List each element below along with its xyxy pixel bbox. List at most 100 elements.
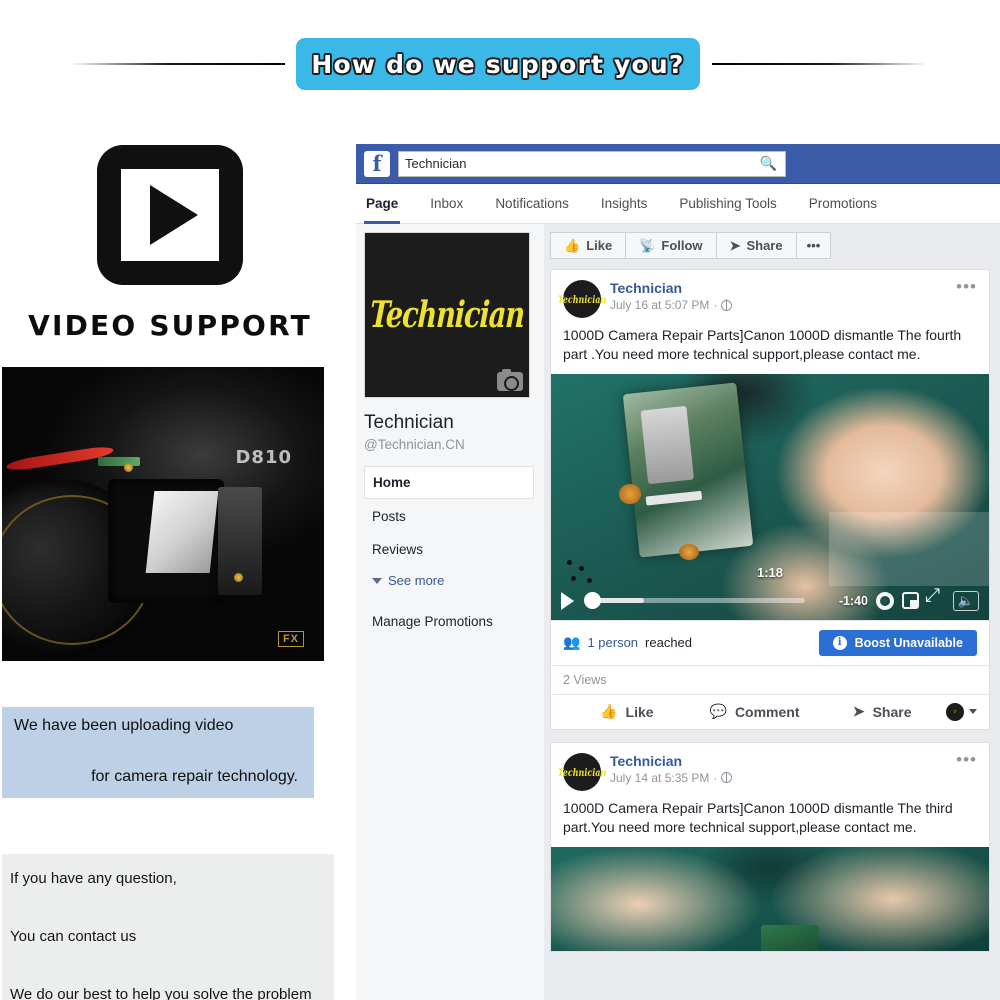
search-input[interactable]: [405, 156, 779, 171]
contact-note-line1: If you have any question,: [10, 870, 177, 887]
post-card: Technician Technician July 14 at 5:35 PM…: [550, 741, 990, 952]
post-timestamp-row: July 16 at 5:07 PM ·: [610, 298, 733, 312]
camera-gold-screw: [234, 573, 243, 582]
avatar-wordmark: Technician: [557, 292, 607, 306]
page-follow-button[interactable]: 📡 Follow: [625, 232, 716, 259]
sidebar-see-more[interactable]: See more: [364, 567, 534, 594]
page-root: How do we support you? VIDEO SUPPORT D81…: [0, 0, 1000, 1000]
post-meta: Technician July 14 at 5:35 PM ·: [610, 753, 733, 785]
page-action-bar: 👍 Like 📡 Follow ➤ Share •••: [550, 232, 990, 259]
page-nav-list: Home Posts Reviews See more Manage Promo…: [364, 466, 534, 637]
post-options-icon[interactable]: •••: [956, 278, 977, 295]
sidebar-divider: [364, 594, 534, 606]
video-elapsed-time: 1:18: [756, 564, 784, 580]
page-avatar-wordmark: Technician: [368, 294, 526, 336]
post-like-button[interactable]: 👍 Like: [563, 703, 691, 720]
page-follow-label: Follow: [661, 238, 703, 253]
camera-gold-contact: [124, 463, 133, 472]
post-author[interactable]: Technician: [610, 753, 732, 769]
post-reach-count[interactable]: 1 person: [587, 635, 638, 650]
chevron-down-icon: [372, 577, 382, 584]
avatar[interactable]: Technician: [558, 280, 606, 318]
video-fullscreen-button[interactable]: [925, 585, 945, 610]
sidebar-item-home[interactable]: Home: [364, 466, 534, 499]
tab-inbox[interactable]: Inbox: [428, 184, 465, 224]
video-ribbon-cable: [645, 490, 703, 506]
post-video-player[interactable]: [551, 846, 989, 951]
comment-bubble-icon: 💬: [709, 703, 727, 720]
section-title-text: How do we support you?: [311, 49, 685, 79]
post-timestamp[interactable]: July 14 at 5:35 PM: [610, 771, 709, 785]
boost-post-button[interactable]: i Boost Unavailable: [818, 629, 977, 656]
picture-in-picture-icon: [902, 592, 919, 610]
video-metal-bracket: [640, 405, 695, 485]
uploading-note-block: We have been uploading video for camera …: [2, 707, 314, 798]
camera-model-text: D810: [235, 447, 292, 468]
post-reach-info: 👥 1 person reached: [563, 634, 692, 651]
video-progress-knob[interactable]: [584, 592, 601, 610]
avatar[interactable]: Technician: [558, 752, 606, 791]
people-icon: 👥: [563, 634, 581, 651]
post-options-icon[interactable]: •••: [956, 751, 977, 768]
page-like-button[interactable]: 👍 Like: [550, 232, 626, 259]
tab-publishing-tools[interactable]: Publishing Tools: [677, 184, 778, 224]
tab-promotions[interactable]: Promotions: [807, 184, 879, 224]
post-engagement-bar: 👍 Like 💬 Comment ➤ Share T: [551, 693, 989, 729]
gear-icon: [876, 591, 894, 610]
post-share-label: Share: [872, 703, 912, 720]
decorative-rule-right: [712, 63, 927, 65]
video-remaining-time: -1:40: [838, 593, 868, 608]
contact-note-line2: You can contact us: [10, 928, 137, 945]
post-video-player[interactable]: 1:18 -1:40 🔈: [551, 373, 989, 620]
post-share-button[interactable]: ➤ Share: [818, 703, 946, 720]
facebook-body: Technician Technician @Technician.CN Hom…: [356, 224, 1000, 1000]
post-share-audience-selector[interactable]: T: [946, 702, 978, 721]
post-text: 1000D Camera Repair Parts]Canon 1000D di…: [563, 799, 953, 835]
post-reach-row: 👥 1 person reached i Boost Unavailable: [551, 619, 989, 665]
uploading-note-line1: We have been uploading video: [14, 717, 234, 734]
video-settings-button[interactable]: [876, 591, 894, 610]
camera-green-pcb: [98, 457, 140, 466]
chevron-down-icon: [969, 709, 978, 715]
uploading-note-line2: for camera repair technology.: [91, 768, 298, 785]
rss-icon: 📡: [639, 237, 656, 253]
post-comment-button[interactable]: 💬 Comment: [691, 703, 819, 720]
left-column: VIDEO SUPPORT D810 FX We have been uploa…: [0, 140, 340, 1000]
page-share-button[interactable]: ➤ Share: [715, 232, 796, 259]
page-avatar[interactable]: Technician: [364, 232, 530, 398]
page-title: Technician: [364, 412, 454, 433]
video-pip-button[interactable]: [902, 592, 919, 610]
search-icon[interactable]: 🔍: [760, 155, 777, 172]
page-more-button[interactable]: •••: [795, 232, 832, 259]
globe-privacy-icon: [721, 771, 733, 784]
search-box[interactable]: 🔍: [398, 150, 786, 177]
sidebar-item-reviews[interactable]: Reviews: [364, 534, 534, 565]
section-title-banner: How do we support you?: [296, 38, 700, 90]
boost-post-label: Boost Unavailable: [854, 635, 963, 650]
sidebar-item-manage-promotions[interactable]: Manage Promotions: [364, 606, 534, 637]
video-mute-button[interactable]: 🔈: [953, 590, 979, 611]
sidebar-item-posts[interactable]: Posts: [364, 501, 534, 532]
facebook-logo-icon[interactable]: f: [364, 150, 390, 177]
video-circuit-board: [761, 924, 820, 951]
tab-page[interactable]: Page: [364, 184, 401, 224]
camera-mirror: [145, 491, 219, 573]
video-progress-scrubber[interactable]: [584, 592, 805, 610]
video-play-button[interactable]: [561, 591, 574, 610]
speaker-muted-icon: 🔈: [953, 590, 979, 611]
post-header: Technician Technician July 16 at 5:07 PM…: [551, 270, 989, 322]
page-handle: @Technician.CN: [364, 437, 465, 452]
thumbs-up-icon: 👍: [564, 237, 581, 253]
post-author[interactable]: Technician: [610, 280, 732, 296]
contact-note-line3: We do our best to help you solve the pro…: [10, 986, 312, 1000]
post-timestamp[interactable]: July 16 at 5:07 PM: [610, 298, 709, 312]
tab-insights[interactable]: Insights: [599, 184, 650, 224]
video-frame-icon: [97, 145, 243, 285]
camera-badge-icon[interactable]: [497, 369, 523, 391]
tab-notifications[interactable]: Notifications: [493, 184, 571, 224]
post-like-label: Like: [625, 703, 654, 720]
more-icon: •••: [806, 238, 821, 253]
sidebar-see-more-label: See more: [388, 573, 445, 588]
video-camera-pcb: [622, 382, 754, 558]
video-controls: -1:40 🔈: [551, 582, 989, 620]
